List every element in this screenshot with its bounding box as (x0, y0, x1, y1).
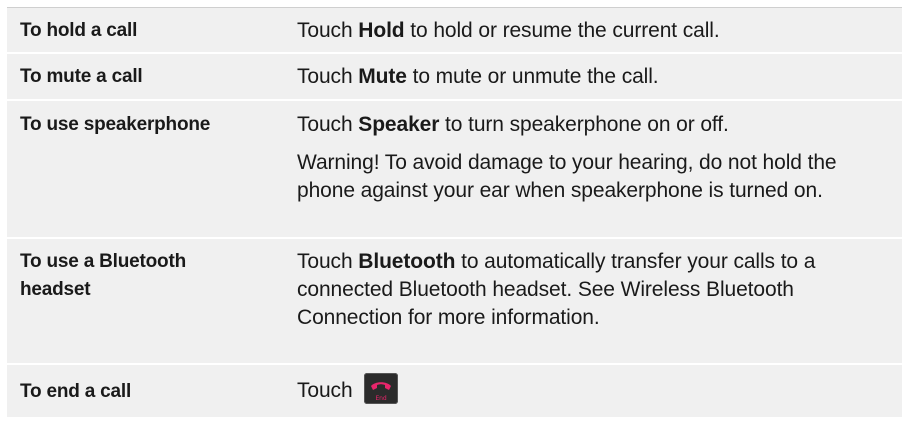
desc-bold: Hold (358, 19, 405, 42)
row-label: To mute a call (20, 66, 143, 87)
table-row-bluetooth: To use a Bluetooth headset Touch Bluetoo… (7, 239, 902, 365)
call-options-table: To hold a call Touch Hold to hold or res… (7, 7, 902, 417)
table-row-end-call: To end a call Touch End (7, 365, 902, 417)
desc-text: Touch (297, 113, 359, 136)
row-description: Touch Bluetooth to automatically transfe… (297, 248, 897, 332)
table-row-speakerphone: To use speakerphone Touch Speaker to tur… (7, 101, 902, 239)
row-label: To use speakerphone (20, 114, 211, 135)
row-description: Touch Speaker to turn speakerphone on or… (297, 111, 897, 205)
table-row-hold: To hold a call Touch Hold to hold or res… (7, 8, 902, 54)
row-description: Touch End (297, 372, 897, 405)
desc-text: to mute or unmute the call. (406, 65, 659, 88)
desc-bold: Speaker (358, 113, 440, 136)
row-label: To use a Bluetooth headset (20, 251, 186, 300)
row-description: Touch Mute to mute or unmute the call. (297, 63, 897, 91)
warning-text: Warning! To avoid damage to your hearing… (297, 151, 837, 202)
row-label: To end a call (20, 381, 132, 402)
desc-text: Touch (297, 379, 359, 402)
desc-text: Touch (297, 65, 359, 88)
table-row-mute: To mute a call Touch Mute to mute or unm… (7, 54, 902, 101)
row-description: Touch Hold to hold or resume the current… (297, 17, 897, 45)
desc-text: to hold or resume the current call. (404, 19, 720, 42)
row-label: To hold a call (20, 20, 138, 41)
end-icon-label: End (376, 395, 387, 402)
desc-text: to turn speakerphone on or off. (439, 113, 729, 136)
desc-text: Touch (297, 250, 359, 273)
desc-bold: Bluetooth (358, 250, 456, 273)
end-call-icon: End (364, 372, 399, 404)
desc-text: Touch (297, 19, 359, 42)
desc-bold: Mute (358, 65, 407, 88)
